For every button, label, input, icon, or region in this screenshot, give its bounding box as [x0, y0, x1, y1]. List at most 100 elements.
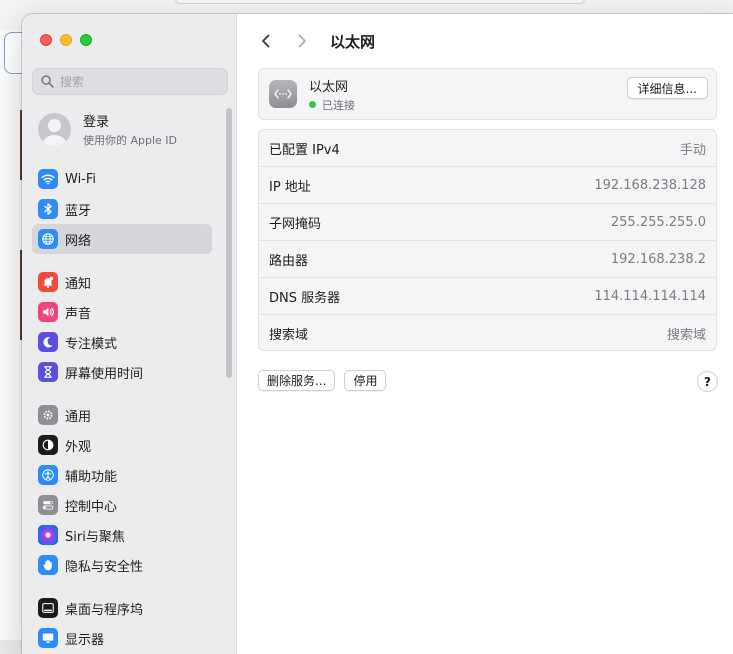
info-key: 搜索域	[269, 328, 309, 343]
disable-button[interactable]: 停用	[344, 370, 387, 391]
sidebar-item-label: Wi-Fi	[65, 171, 97, 187]
accessibility-icon	[38, 465, 58, 485]
service-status: 已连接	[309, 97, 355, 113]
sidebar-item-label: 隐私与安全性	[65, 559, 144, 575]
bluetooth-icon	[38, 199, 58, 219]
sidebar: 登录 使用你的 Apple ID Wi-Fi 蓝牙	[22, 14, 237, 654]
sidebar-item-label: 声音	[65, 306, 92, 322]
sidebar-item-label: 专注模式	[65, 336, 118, 352]
info-row-search-domain: 搜索域 搜索域	[259, 315, 716, 352]
sidebar-item-label: 显示器	[65, 632, 105, 648]
info-key: 已配置 IPv4	[269, 142, 340, 158]
switches-icon	[38, 495, 58, 515]
sidebar-item-focus[interactable]: 专注模式	[32, 327, 212, 357]
info-row-router: 路由器 192.168.238.2	[259, 241, 716, 278]
wifi-icon	[38, 169, 58, 189]
action-bar: 删除服务... 停用	[258, 370, 387, 391]
details-button[interactable]: 详细信息...	[626, 77, 708, 99]
service-card: 以太网 已连接 详细信息...	[258, 68, 717, 120]
info-key: 路由器	[269, 253, 309, 269]
siri-icon	[38, 525, 58, 545]
sidebar-item-bluetooth[interactable]: 蓝牙	[32, 194, 212, 224]
sidebar-item-general[interactable]: 通用	[32, 400, 212, 430]
search-box[interactable]	[32, 68, 228, 95]
background-sidebar	[0, 30, 34, 640]
back-button[interactable]	[252, 27, 280, 55]
avatar	[38, 112, 71, 146]
chevron-left-icon	[262, 34, 270, 48]
gear-icon	[38, 405, 58, 425]
sidebar-item-label: 外观	[65, 439, 92, 455]
sidebar-item-label: 桌面与程序坞	[65, 602, 144, 618]
moon-icon	[38, 332, 58, 352]
display-icon	[38, 628, 58, 648]
sidebar-item-label: 蓝牙	[65, 203, 92, 219]
chevron-right-icon	[298, 34, 306, 48]
sidebar-item-wifi[interactable]: Wi-Fi	[32, 164, 212, 194]
search-input[interactable]	[60, 74, 220, 89]
sidebar-item-label: 屏幕使用时间	[65, 366, 144, 382]
info-row-subnet-mask: 子网掩码 255.255.255.0	[259, 204, 716, 241]
status-label: 已连接	[322, 98, 355, 112]
info-row-dns: DNS 服务器 114.114.114.114	[259, 278, 716, 315]
sidebar-item-privacy[interactable]: 隐私与安全性	[32, 550, 212, 580]
apple-id-signin[interactable]: 登录 使用你的 Apple ID	[38, 110, 228, 148]
bell-icon	[38, 272, 58, 292]
globe-icon	[38, 229, 58, 249]
signin-title: 登录	[83, 114, 110, 130]
hourglass-icon	[38, 362, 58, 382]
info-value: 手动	[679, 142, 706, 158]
nav-group-general: 通用 外观 辅助功能 控制中心 Siri与聚焦 隐私与安全性	[32, 400, 212, 580]
info-value: 192.168.238.128	[594, 177, 706, 193]
info-key: DNS 服务器	[269, 290, 341, 306]
info-value: 255.255.255.0	[610, 214, 706, 230]
sidebar-item-notifications[interactable]: 通知	[32, 267, 212, 297]
close-button[interactable]	[40, 34, 52, 46]
help-button[interactable]: ?	[697, 371, 718, 392]
info-value: 搜索域	[666, 328, 706, 343]
info-key: 子网掩码	[269, 216, 322, 232]
nav-group-desktop: 桌面与程序坞 显示器	[32, 593, 212, 653]
info-key: IP 地址	[269, 179, 311, 195]
sidebar-item-label: 网络	[65, 233, 92, 249]
info-row-ipv4: 已配置 IPv4 手动	[259, 130, 716, 167]
sidebar-item-appearance[interactable]: 外观	[32, 430, 212, 460]
minimize-button[interactable]	[60, 34, 72, 46]
sidebar-item-screen-time[interactable]: 屏幕使用时间	[32, 357, 212, 387]
search-icon	[41, 75, 54, 88]
page-title: 以太网	[330, 32, 376, 51]
sidebar-item-network[interactable]: 网络	[32, 224, 212, 254]
info-value: 114.114.114.114	[594, 288, 706, 304]
sidebar-item-displays[interactable]: 显示器	[32, 623, 212, 653]
sidebar-scrollbar[interactable]	[226, 108, 232, 378]
toolbar: 以太网	[238, 26, 718, 56]
delete-service-button[interactable]: 删除服务...	[258, 370, 336, 391]
main-content: 以太网 以太网 已连接 详细信息... 已配置 IPv4 手动 IP 地址 19…	[238, 14, 733, 654]
speaker-icon	[38, 302, 58, 322]
service-name: 以太网	[309, 79, 349, 95]
sidebar-item-desktop-dock[interactable]: 桌面与程序坞	[32, 593, 212, 623]
forward-button[interactable]	[288, 27, 316, 55]
sidebar-item-control-center[interactable]: 控制中心	[32, 490, 212, 520]
sidebar-item-siri[interactable]: Siri与聚焦	[32, 520, 212, 550]
signin-subtitle: 使用你的 Apple ID	[83, 133, 178, 147]
sidebar-item-sound[interactable]: 声音	[32, 297, 212, 327]
sidebar-item-accessibility[interactable]: 辅助功能	[32, 460, 212, 490]
sidebar-item-label: Siri与聚焦	[65, 529, 125, 545]
sidebar-item-label: 通用	[65, 409, 92, 425]
zoom-button[interactable]	[80, 34, 92, 46]
sidebar-item-label: 辅助功能	[65, 469, 118, 485]
nav-group-network: Wi-Fi 蓝牙 网络	[32, 164, 212, 254]
settings-window: 登录 使用你的 Apple ID Wi-Fi 蓝牙	[22, 14, 733, 654]
window-controls	[40, 34, 92, 46]
status-dot-icon	[309, 101, 316, 108]
info-row-ip-address: IP 地址 192.168.238.128	[259, 167, 716, 204]
hand-icon	[38, 555, 58, 575]
sidebar-item-label: 通知	[65, 276, 92, 292]
sidebar-item-label: 控制中心	[65, 499, 118, 515]
network-info-list: 已配置 IPv4 手动 IP 地址 192.168.238.128 子网掩码 2…	[258, 129, 717, 351]
ethernet-icon	[269, 80, 297, 108]
appearance-icon	[38, 435, 58, 455]
info-value: 192.168.238.2	[610, 251, 706, 267]
dock-icon	[38, 598, 58, 618]
